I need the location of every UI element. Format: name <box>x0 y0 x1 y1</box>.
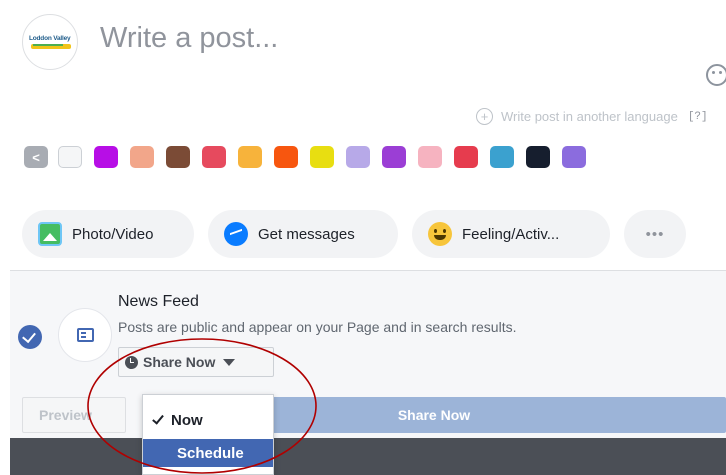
swatch-9[interactable] <box>346 146 370 168</box>
swatch-11[interactable] <box>418 146 442 168</box>
preview-button[interactable]: Preview <box>22 397 126 433</box>
chevron-left-icon[interactable]: < <box>24 146 48 168</box>
news-feed-icon <box>77 328 94 342</box>
checkmark-icon[interactable] <box>18 325 42 349</box>
dropdown-option-now[interactable]: Now <box>143 407 273 433</box>
help-icon[interactable]: [?] <box>688 111 708 123</box>
share-timing-dropdown: Now Schedule <box>142 394 274 475</box>
caret-down-icon <box>223 358 236 366</box>
check-icon <box>152 411 164 425</box>
swatch-8[interactable] <box>310 146 334 168</box>
swatch-6[interactable] <box>238 146 262 168</box>
messenger-icon <box>224 222 248 246</box>
avatar-logo-text: Loddon Valley <box>29 35 71 42</box>
post-input[interactable]: Write a post... <box>100 22 278 55</box>
swatch-3[interactable] <box>130 146 154 168</box>
option-schedule-label: Schedule <box>177 444 244 462</box>
swatch-4[interactable] <box>166 146 190 168</box>
plus-circle-icon: + <box>476 108 493 125</box>
swatch-7[interactable] <box>274 146 298 168</box>
feeling-activity-button[interactable]: Feeling/Activ... <box>412 210 610 258</box>
swatch-5[interactable] <box>202 146 226 168</box>
news-feed-title: News Feed <box>118 293 199 310</box>
footer-bar <box>10 438 726 475</box>
photo-video-button[interactable]: Photo/Video <box>22 210 194 258</box>
news-feed-description: Posts are public and appear on your Page… <box>118 319 517 335</box>
option-now-label: Now <box>171 411 203 429</box>
photo-icon <box>38 222 62 246</box>
language-link-label: Write post in another language <box>501 109 678 124</box>
page-avatar[interactable]: Loddon Valley <box>22 14 78 70</box>
swatch-13[interactable] <box>490 146 514 168</box>
swatch-14[interactable] <box>526 146 550 168</box>
get-messages-label: Get messages <box>258 225 355 243</box>
feeling-icon <box>428 222 452 246</box>
dropdown-option-schedule[interactable]: Schedule <box>143 439 273 467</box>
write-other-language-link[interactable]: + Write post in another language [?] <box>476 108 708 125</box>
swatch-2[interactable] <box>94 146 118 168</box>
share-select-label: Share Now <box>143 354 216 370</box>
more-options-button[interactable]: ••• <box>624 210 686 258</box>
avatar-logo-stripe <box>33 44 63 46</box>
swatch-1[interactable] <box>58 146 82 168</box>
get-messages-button[interactable]: Get messages <box>208 210 398 258</box>
swatch-10[interactable] <box>382 146 406 168</box>
photo-video-label: Photo/Video <box>72 225 154 243</box>
share-timing-select[interactable]: Share Now <box>118 347 274 377</box>
smiley-icon[interactable] <box>706 64 726 86</box>
swatch-12[interactable] <box>454 146 478 168</box>
feeling-activity-label: Feeling/Activ... <box>462 225 560 243</box>
clock-icon <box>125 355 138 369</box>
more-icon: ••• <box>645 225 665 243</box>
swatch-15[interactable] <box>562 146 586 168</box>
share-now-label: Share Now <box>397 407 471 423</box>
news-feed-icon-wrap <box>58 308 112 362</box>
